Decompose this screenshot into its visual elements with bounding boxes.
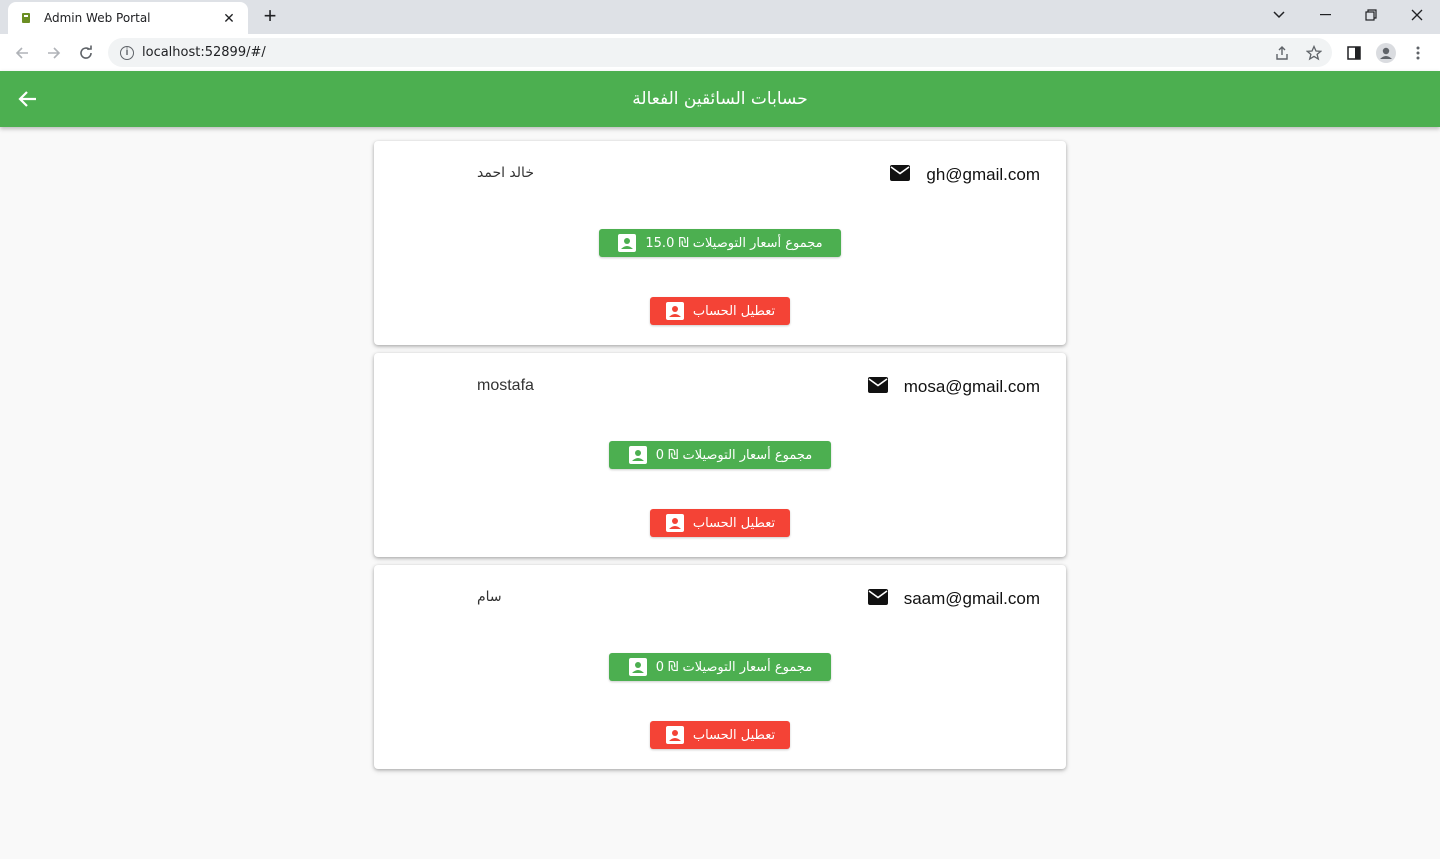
driver-email: gh@gmail.com: [926, 165, 1040, 184]
restore-icon[interactable]: [1348, 0, 1394, 30]
browser-menu-icon[interactable]: [1406, 41, 1430, 65]
account-box-icon: [628, 445, 648, 465]
account-box-icon: [665, 301, 685, 321]
profile-avatar-icon[interactable]: [1374, 41, 1398, 65]
bookmark-star-icon[interactable]: [1302, 41, 1326, 65]
driver-card: gh@gmail.com خالد احمد مجموع أسعار التوص…: [374, 141, 1066, 345]
disable-account-button[interactable]: تعطيل الحساب: [650, 509, 790, 537]
favicon-icon: [18, 10, 34, 26]
mail-icon: [867, 376, 889, 394]
disable-account-label: تعطيل الحساب: [692, 515, 776, 531]
driver-name: خالد احمد: [477, 165, 534, 181]
disable-account-label: تعطيل الحساب: [692, 303, 776, 319]
total-deliveries-button[interactable]: مجموع أسعار التوصيلات ₪ 0: [609, 653, 831, 681]
account-box-icon: [617, 233, 637, 253]
driver-email: saam@gmail.com: [903, 589, 1040, 608]
reload-icon[interactable]: [72, 39, 100, 67]
driver-card: mosa@gmail.com mostafa مجموع أسعار التوص…: [374, 353, 1066, 557]
disable-account-label: تعطيل الحساب: [692, 727, 776, 743]
disable-account-button[interactable]: تعطيل الحساب: [650, 297, 790, 325]
site-info-icon[interactable]: i: [120, 45, 134, 60]
side-panel-icon[interactable]: [1342, 41, 1366, 65]
account-box-icon: [665, 513, 685, 533]
total-deliveries-button[interactable]: مجموع أسعار التوصيلات ₪ 0: [609, 441, 831, 469]
browser-tabstrip: Admin Web Portal ✕ +: [0, 0, 1440, 34]
app-bar: حسابات السائقين الفعالة: [0, 71, 1440, 127]
page-title: حسابات السائقين الفعالة: [632, 89, 808, 109]
total-deliveries-label: مجموع أسعار التوصيلات ₪ 0: [655, 447, 813, 463]
browser-toolbar: i localhost:52899/#/: [0, 34, 1440, 71]
total-deliveries-label: مجموع أسعار التوصيلات ₪ 0: [655, 659, 813, 675]
driver-email: mosa@gmail.com: [903, 377, 1040, 396]
tab-close-icon[interactable]: ✕: [220, 10, 238, 27]
browser-tab[interactable]: Admin Web Portal ✕: [8, 2, 248, 34]
account-box-icon: [628, 657, 648, 677]
close-window-icon[interactable]: [1394, 0, 1440, 30]
mail-icon: [867, 588, 889, 606]
forward-nav-icon[interactable]: [40, 39, 68, 67]
tab-search-icon[interactable]: [1256, 0, 1302, 30]
total-deliveries-label: مجموع أسعار التوصيلات ₪ 15.0: [645, 235, 823, 251]
share-icon[interactable]: [1270, 41, 1294, 65]
driver-name: mostafa: [477, 377, 534, 394]
address-bar[interactable]: i localhost:52899/#/: [108, 38, 1332, 67]
total-deliveries-button[interactable]: مجموع أسعار التوصيلات ₪ 15.0: [599, 229, 841, 257]
disable-account-button[interactable]: تعطيل الحساب: [650, 721, 790, 749]
mail-icon: [889, 164, 911, 182]
tab-title: Admin Web Portal: [44, 11, 151, 25]
address-url: localhost:52899/#/: [142, 45, 266, 60]
driver-name: سام: [477, 589, 502, 605]
driver-card: saam@gmail.com سام مجموع أسعار التوصيلات…: [374, 565, 1066, 769]
account-box-icon: [665, 725, 685, 745]
back-nav-icon[interactable]: [8, 39, 36, 67]
minimize-icon[interactable]: [1302, 0, 1348, 30]
new-tab-button[interactable]: +: [258, 5, 282, 29]
back-arrow-icon[interactable]: [16, 87, 40, 111]
